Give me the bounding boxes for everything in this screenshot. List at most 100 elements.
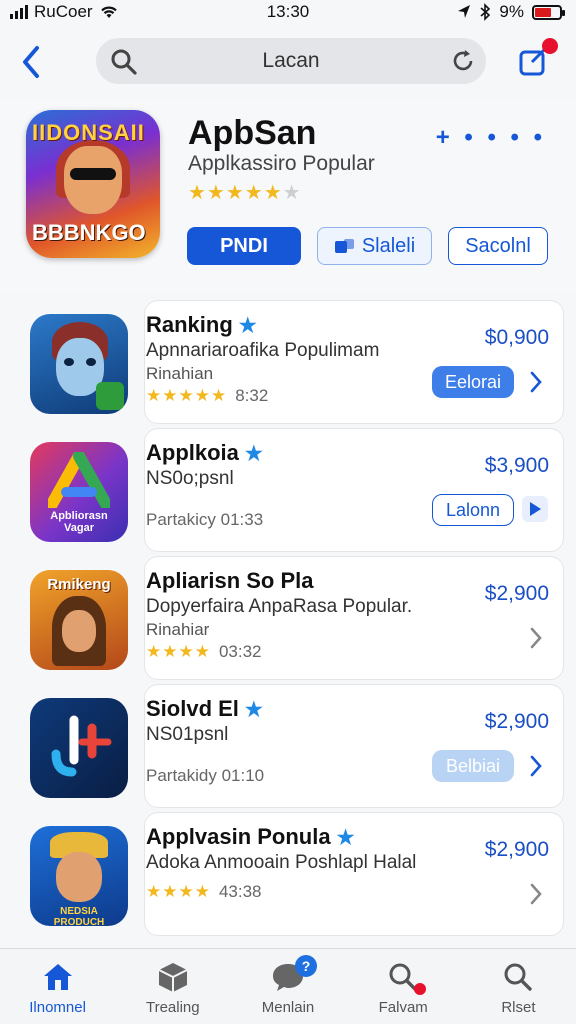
secondary-action-label: Slaleli <box>361 234 416 257</box>
secondary-action-button[interactable]: Slaleli <box>317 227 432 265</box>
get-button[interactable]: Eelorai <box>432 366 514 398</box>
back-button[interactable] <box>16 42 46 82</box>
tab-search[interactable]: Rlset <box>461 949 576 1024</box>
search-input[interactable]: Lacan <box>96 49 486 73</box>
list-item[interactable]: Rmikeng Apliarisn So Pla Dopyerfaira Anp… <box>0 556 576 684</box>
app-price: $2,900 <box>484 710 549 733</box>
get-button[interactable]: Lalonn <box>432 494 514 526</box>
tag-icon <box>334 239 354 253</box>
app-name: Applvasin Ponula ★ <box>146 824 355 850</box>
app-time: 8:32 <box>235 386 269 405</box>
featured-app-subtitle: Applkassiro Popular <box>188 152 375 175</box>
tab-favorites[interactable]: Falvam <box>346 949 461 1024</box>
app-time: Partakidy 01:10 <box>146 766 265 785</box>
box-icon <box>158 963 188 992</box>
app-name-text: Ranking <box>146 312 233 337</box>
featured-star-icon: ★ <box>238 315 257 337</box>
app-icon[interactable]: NEDSIA PRODUCH <box>30 826 128 926</box>
app-subline: Rinahiar <box>146 620 210 639</box>
app-meta: Partakicy 01:33 <box>146 510 263 530</box>
app-description: NS01psnl <box>146 724 229 745</box>
rating-stars: ★★★★ <box>146 642 211 661</box>
featured-app-icon[interactable]: IIDONSAII BBBNKGO <box>26 110 160 258</box>
app-time: Partakicy 01:33 <box>146 510 264 529</box>
chevron-right-icon[interactable] <box>526 622 546 654</box>
rating-stars-empty: ★ <box>282 182 302 204</box>
get-button[interactable]: Belbiai <box>432 750 514 782</box>
chevron-right-icon[interactable] <box>526 366 546 398</box>
app-icon-label: Apbliorasn Vagar <box>50 510 108 534</box>
primary-action-button[interactable]: PNDI <box>187 227 301 265</box>
app-price: $2,900 <box>484 838 549 861</box>
chevron-right-icon[interactable] <box>526 750 546 782</box>
app-name-text: Siolvd El <box>146 696 239 721</box>
app-meta: Partakidy 01:10 <box>146 766 264 786</box>
list-item[interactable]: Ranking ★ Apnnariaroafika Populimam Rinah… <box>0 300 576 428</box>
tab-home[interactable]: Ilnomnel <box>0 949 115 1024</box>
featured-icon-subtitle: BBBNKGO <box>32 220 146 245</box>
app-icon-label: Rmikeng <box>47 576 111 593</box>
app-time: 03:32 <box>218 642 262 661</box>
app-name: Ranking ★ <box>146 312 257 338</box>
chevron-left-icon <box>23 46 39 78</box>
share-button[interactable] <box>518 38 558 78</box>
app-icon[interactable] <box>30 698 128 798</box>
reload-icon[interactable] <box>450 48 476 74</box>
featured-star-icon: ★ <box>336 827 355 849</box>
battery-fill <box>535 7 552 17</box>
featured-icon-title: IIDONSAII <box>32 120 145 145</box>
rating-stars: ★★★★ <box>146 882 211 901</box>
location-icon <box>458 5 471 18</box>
app-subline: Rinahian <box>146 364 214 383</box>
app-description: Dopyerfaira AnpaRasa Popular. <box>146 596 413 617</box>
battery-percent: 9% <box>499 2 524 21</box>
tab-label: Trealing <box>145 999 200 1016</box>
app-price: $0,900 <box>484 326 549 349</box>
featured-star-icon: ★ <box>244 443 263 465</box>
list-item[interactable]: NEDSIA PRODUCH Applvasin Ponula ★ Adoka A… <box>0 812 576 940</box>
tertiary-action-button[interactable]: Sacolnl <box>448 227 548 265</box>
notification-dot <box>542 38 558 54</box>
tab-trending[interactable]: Trealing <box>115 949 230 1024</box>
status-right: 9% <box>457 2 565 22</box>
battery-icon <box>532 4 565 20</box>
app-meta: ★★★★ 03:32 <box>146 642 262 662</box>
featured-app-title: ApbSan <box>188 114 317 152</box>
bluetooth-icon <box>480 3 491 21</box>
more-options-button[interactable]: + • • • • <box>436 124 546 152</box>
play-button[interactable] <box>522 496 548 522</box>
rating-stars: ★★★★★ <box>188 182 283 204</box>
app-description: Apnnariaroafika Populimam <box>146 340 380 361</box>
chevron-right-icon[interactable] <box>526 878 546 910</box>
list-item[interactable]: Siolvd El ★ NS01psnl Partakidy 01:10 $2,9… <box>0 684 576 812</box>
app-name-text: Applkoia <box>146 440 239 465</box>
app-price: $2,900 <box>484 582 549 605</box>
app-icon[interactable]: Apbliorasn Vagar <box>30 442 128 542</box>
featured-app: IIDONSAII BBBNKGO ApbSan Applkassiro Pop… <box>0 100 576 292</box>
tab-label: Falvam <box>378 999 428 1016</box>
status-bar: RuCoer 13:30 9% <box>0 0 576 26</box>
app-name: Applkoia ★ <box>146 440 263 466</box>
character-glasses <box>70 168 116 180</box>
app-icon[interactable] <box>30 314 128 414</box>
app-description: Adoka Anmooain Poshlapl Halal <box>146 852 417 873</box>
help-badge: ? <box>295 955 317 977</box>
search-bar[interactable]: Lacan <box>96 38 486 84</box>
tab-label: Rlset <box>501 999 536 1016</box>
tab-messages[interactable]: ? Menlain <box>230 949 345 1024</box>
search-icon <box>504 963 533 991</box>
tab-bar: Ilnomnel Trealing ? Menlain Falvam Rlset <box>0 948 576 1024</box>
app-icon[interactable]: Rmikeng <box>30 570 128 670</box>
tab-label: Ilnomnel <box>29 999 86 1016</box>
navigation-bar: Lacan <box>0 30 576 96</box>
featured-app-rating: ★★★★★★ <box>188 180 302 205</box>
app-description: NS0o;psnl <box>146 468 234 489</box>
featured-star-icon: ★ <box>244 699 263 721</box>
play-icon <box>530 502 541 516</box>
app-name: Apliarisn So Pla <box>146 568 314 593</box>
home-icon <box>43 964 72 990</box>
app-name: Siolvd El ★ <box>146 696 263 722</box>
app-name-text: Applvasin Ponula <box>146 824 331 849</box>
list-item[interactable]: Apbliorasn Vagar Applkoia ★ NS0o;psnl Par… <box>0 428 576 556</box>
rating-stars: ★★★★★ <box>146 386 228 405</box>
